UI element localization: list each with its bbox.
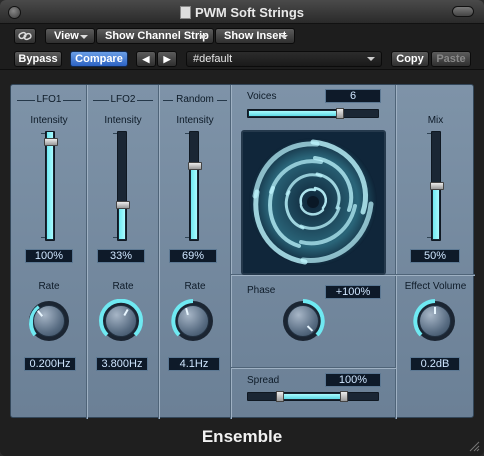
random-section: Random Intensity 69% Rate 4.1Hz <box>159 85 231 419</box>
show-channel-strip-menu[interactable]: Show Channel Strip <box>96 28 214 44</box>
random-header-text: Random <box>176 94 214 105</box>
spread-label: Spread <box>247 375 280 386</box>
lfo1-intensity-fill <box>47 132 53 239</box>
title-bar[interactable]: PWM Soft Strings <box>0 0 484 24</box>
mix-label: Mix <box>427 115 444 126</box>
preset-menu[interactable]: #default <box>186 51 382 67</box>
previous-preset-button[interactable]: ◀ <box>136 51 156 67</box>
copy-label: Copy <box>396 53 424 65</box>
output-section: Mix 50% Effect Volume 0.2dB <box>396 85 475 419</box>
lfo2-rate-value[interactable]: 3.800Hz <box>96 357 148 371</box>
voices-value[interactable]: 6 <box>325 89 381 103</box>
lfo1-intensity-thumb[interactable] <box>44 138 58 146</box>
random-rate-knob[interactable] <box>171 299 215 343</box>
mix-value[interactable]: 50% <box>410 249 460 263</box>
lfo2-intensity-value[interactable]: 33% <box>97 249 145 263</box>
voices-fill <box>249 111 341 116</box>
lfo2-rate-label: Rate <box>112 281 134 292</box>
ensemble-visualizer <box>241 130 386 275</box>
resize-grip-icon[interactable] <box>468 440 480 452</box>
paste-label: Paste <box>436 53 466 65</box>
random-intensity-value[interactable]: 69% <box>169 249 217 263</box>
show-channel-strip-label: Show Channel Strip <box>105 30 209 42</box>
lfo1-rate-value[interactable]: 0.200Hz <box>24 357 76 371</box>
plugin-footer: Ensemble <box>0 420 484 456</box>
lfo1-rate-label: Rate <box>38 281 60 292</box>
random-intensity-fill <box>191 164 197 239</box>
view-menu-label: View <box>54 30 79 42</box>
ensemble-panel: LFO1 Intensity 100% Rate 0.200Hz LFO2 In… <box>10 84 475 419</box>
document-icon <box>179 6 191 19</box>
spread-left-thumb[interactable] <box>276 391 284 402</box>
mix-slider[interactable] <box>430 131 444 241</box>
voices-slider[interactable] <box>247 108 379 119</box>
output-divider <box>396 274 475 275</box>
show-insert-menu[interactable]: Show Insert <box>215 28 295 44</box>
lfo2-rate-knob[interactable] <box>99 299 143 343</box>
spread-fill <box>280 394 344 399</box>
bypass-label: Bypass <box>18 53 58 65</box>
show-insert-label: Show Insert <box>224 30 287 42</box>
effect-volume-value[interactable]: 0.2dB <box>410 357 460 371</box>
random-rate-value[interactable]: 4.1Hz <box>168 357 220 371</box>
plugin-name: Ensemble <box>201 427 283 446</box>
swirl-graphic <box>243 132 384 273</box>
lfo1-intensity-label: Intensity <box>30 115 68 126</box>
mix-fill <box>433 184 439 239</box>
lfo1-header-text: LFO1 <box>36 94 62 105</box>
spread-value[interactable]: 100% <box>325 373 381 387</box>
phase-cap <box>287 305 319 337</box>
lfo1-intensity-value[interactable]: 100% <box>25 249 73 263</box>
lfo1-header: LFO1 <box>11 93 87 107</box>
phase-value[interactable]: +100% <box>325 285 381 299</box>
mix-thumb[interactable] <box>430 182 444 190</box>
toolbar-top: View Show Channel Strip Show Insert <box>0 24 484 48</box>
random-header: Random <box>159 93 231 107</box>
random-rate-cap <box>177 305 209 337</box>
chevron-down-icon <box>367 57 375 61</box>
random-intensity-thumb[interactable] <box>188 162 202 170</box>
spread-divider <box>231 367 396 368</box>
random-intensity-label: Intensity <box>176 115 214 126</box>
toolbar-toggle-button[interactable] <box>452 6 474 17</box>
lfo2-intensity-label: Intensity <box>104 115 142 126</box>
spread-right-thumb[interactable] <box>340 391 348 402</box>
lfo2-intensity-slider[interactable] <box>116 131 130 241</box>
paste-button[interactable]: Paste <box>431 51 471 67</box>
window-title-text: PWM Soft Strings <box>194 5 305 20</box>
effect-volume-label: Effect Volume <box>404 281 467 292</box>
window-title: PWM Soft Strings <box>0 5 484 20</box>
preset-name: #default <box>193 53 233 65</box>
effect-volume-pointer <box>434 307 436 314</box>
plugin-window: PWM Soft Strings View Show Channel Strip… <box>0 0 484 456</box>
lfo2-header-text: LFO2 <box>110 94 136 105</box>
bypass-button[interactable]: Bypass <box>14 51 62 67</box>
previous-arrow-icon: ◀ <box>142 54 150 64</box>
lfo1-section: LFO1 Intensity 100% Rate 0.200Hz <box>11 85 87 419</box>
voices-label: Voices <box>247 91 277 102</box>
link-icon <box>18 31 32 41</box>
view-menu[interactable]: View <box>45 28 95 44</box>
effect-volume-knob[interactable] <box>413 299 457 343</box>
link-button[interactable] <box>14 28 36 44</box>
lfo1-rate-knob[interactable] <box>27 299 71 343</box>
lfo2-intensity-thumb[interactable] <box>116 201 130 209</box>
lfo2-rate-cap <box>105 305 137 337</box>
random-rate-label: Rate <box>184 281 206 292</box>
phase-knob[interactable] <box>281 299 325 343</box>
voices-thumb[interactable] <box>336 108 344 119</box>
copy-button[interactable]: Copy <box>391 51 429 67</box>
next-preset-button[interactable]: ▶ <box>157 51 177 67</box>
lfo2-section: LFO2 Intensity 33% Rate 3.800Hz <box>87 85 159 419</box>
compare-label: Compare <box>75 53 123 65</box>
compare-button[interactable]: Compare <box>70 51 128 67</box>
next-arrow-icon: ▶ <box>163 54 171 64</box>
phase-label: Phase <box>247 285 276 296</box>
lfo2-header: LFO2 <box>87 93 159 107</box>
lfo1-intensity-slider[interactable] <box>44 131 58 241</box>
random-intensity-slider[interactable] <box>188 131 202 241</box>
spread-slider[interactable] <box>247 391 379 402</box>
